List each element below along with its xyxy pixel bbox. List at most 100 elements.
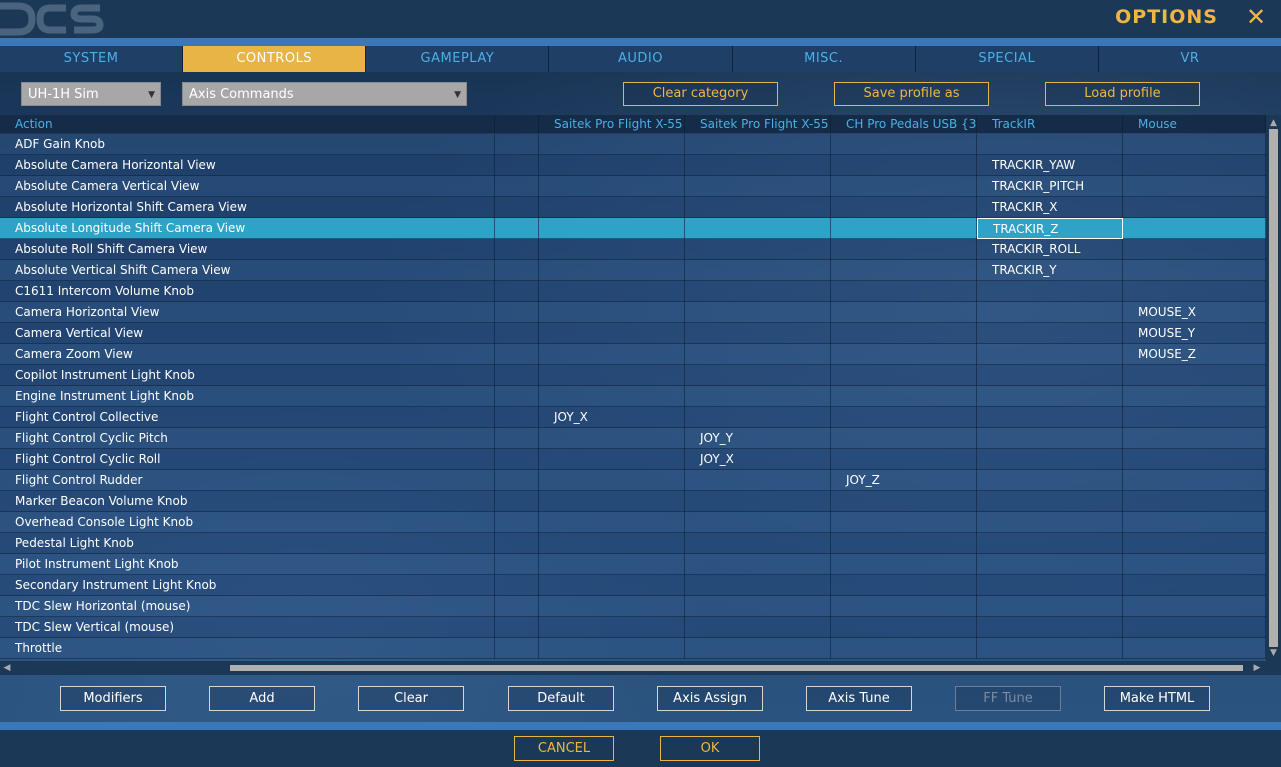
binding-cell-mouse[interactable] (1123, 407, 1266, 428)
binding-cell-saitek-x55-a[interactable] (539, 428, 685, 449)
default-button[interactable]: Default (508, 686, 614, 711)
action-cell[interactable]: Flight Control Rudder (0, 470, 495, 491)
binding-cell-trackir[interactable]: TRACKIR_YAW (977, 155, 1123, 176)
category-select[interactable]: Axis Commands ▼ (182, 82, 467, 106)
binding-cell-mouse[interactable] (1123, 281, 1266, 302)
binding-cell-saitek-x55-b[interactable] (685, 575, 831, 596)
binding-cell-ch-pedals[interactable] (831, 197, 977, 218)
binding-cell-saitek-x55-a[interactable] (539, 386, 685, 407)
binding-cell-blank[interactable] (495, 407, 539, 428)
action-cell[interactable]: Pilot Instrument Light Knob (0, 554, 495, 575)
binding-cell-saitek-x55-a[interactable] (539, 323, 685, 344)
binding-cell-ch-pedals[interactable] (831, 575, 977, 596)
binding-cell-saitek-x55-b[interactable] (685, 491, 831, 512)
column-header-saitek-x55-a[interactable]: Saitek Pro Flight X-55 R (539, 115, 685, 133)
clear-button[interactable]: Clear (358, 686, 464, 711)
binding-cell-ch-pedals[interactable]: JOY_Z (831, 470, 977, 491)
binding-cell-blank[interactable] (495, 323, 539, 344)
tab-controls[interactable]: CONTROLS (183, 46, 367, 72)
table-row[interactable]: Secondary Instrument Light Knob (0, 575, 1266, 596)
table-row[interactable]: TDC Slew Horizontal (mouse) (0, 596, 1266, 617)
binding-cell-blank[interactable] (495, 281, 539, 302)
binding-cell-trackir[interactable] (977, 554, 1123, 575)
binding-cell-blank[interactable] (495, 302, 539, 323)
binding-cell-saitek-x55-a[interactable] (539, 575, 685, 596)
binding-cell-mouse[interactable] (1123, 134, 1266, 155)
binding-cell-mouse[interactable] (1123, 596, 1266, 617)
table-row[interactable]: TDC Slew Vertical (mouse) (0, 617, 1266, 638)
action-cell[interactable]: Pedestal Light Knob (0, 533, 495, 554)
binding-cell-mouse[interactable]: MOUSE_Z (1123, 344, 1266, 365)
binding-cell-saitek-x55-a[interactable] (539, 449, 685, 470)
modifiers-button[interactable]: Modifiers (60, 686, 166, 711)
binding-cell-trackir[interactable] (977, 407, 1123, 428)
action-cell[interactable]: Overhead Console Light Knob (0, 512, 495, 533)
binding-cell-saitek-x55-a[interactable] (539, 554, 685, 575)
binding-cell-ch-pedals[interactable] (831, 512, 977, 533)
action-cell[interactable]: Absolute Roll Shift Camera View (0, 239, 495, 260)
binding-cell-blank[interactable] (495, 218, 539, 239)
binding-cell-saitek-x55-a[interactable] (539, 638, 685, 659)
binding-cell-trackir[interactable] (977, 596, 1123, 617)
action-cell[interactable]: Marker Beacon Volume Knob (0, 491, 495, 512)
action-cell[interactable]: Throttle (0, 638, 495, 659)
binding-cell-saitek-x55-b[interactable] (685, 176, 831, 197)
make-html-button[interactable]: Make HTML (1104, 686, 1210, 711)
table-row[interactable]: Flight Control Cyclic Roll JOY_X (0, 449, 1266, 470)
binding-cell-blank[interactable] (495, 554, 539, 575)
binding-cell-saitek-x55-a[interactable] (539, 155, 685, 176)
horizontal-scroll-thumb[interactable] (230, 665, 1243, 671)
binding-cell-trackir[interactable] (977, 491, 1123, 512)
tab-system[interactable]: SYSTEM (0, 46, 184, 72)
binding-cell-blank[interactable] (495, 155, 539, 176)
binding-cell-ch-pedals[interactable] (831, 596, 977, 617)
binding-cell-saitek-x55-b[interactable] (685, 302, 831, 323)
aircraft-select[interactable]: UH-1H Sim ▼ (21, 82, 161, 106)
binding-cell-blank[interactable] (495, 239, 539, 260)
table-row[interactable]: Flight Control Collective JOY_X (0, 407, 1266, 428)
binding-cell-saitek-x55-a[interactable] (539, 197, 685, 218)
binding-cell-trackir[interactable] (977, 575, 1123, 596)
binding-cell-ch-pedals[interactable] (831, 239, 977, 260)
binding-cell-saitek-x55-b[interactable] (685, 638, 831, 659)
action-cell[interactable]: C1611 Intercom Volume Knob (0, 281, 495, 302)
action-cell[interactable]: Absolute Camera Vertical View (0, 176, 495, 197)
binding-cell-ch-pedals[interactable] (831, 533, 977, 554)
binding-cell-trackir[interactable] (977, 638, 1123, 659)
binding-cell-saitek-x55-b[interactable] (685, 344, 831, 365)
binding-cell-blank[interactable] (495, 512, 539, 533)
close-icon[interactable]: ✕ (1243, 4, 1269, 30)
action-cell[interactable]: Flight Control Cyclic Roll (0, 449, 495, 470)
table-row[interactable]: Flight Control Cyclic Pitch JOY_Y (0, 428, 1266, 449)
binding-cell-mouse[interactable] (1123, 512, 1266, 533)
axis-tune-button[interactable]: Axis Tune (806, 686, 912, 711)
binding-cell-blank[interactable] (495, 491, 539, 512)
binding-cell-ch-pedals[interactable] (831, 281, 977, 302)
tab-special[interactable]: SPECIAL (916, 46, 1099, 72)
binding-cell-saitek-x55-b[interactable] (685, 365, 831, 386)
binding-cell-saitek-x55-a[interactable] (539, 533, 685, 554)
binding-cell-mouse[interactable] (1123, 239, 1266, 260)
binding-cell-mouse[interactable] (1123, 218, 1266, 239)
horizontal-scrollbar[interactable]: ◀ ▶ (0, 661, 1266, 675)
binding-cell-ch-pedals[interactable] (831, 407, 977, 428)
binding-cell-mouse[interactable] (1123, 575, 1266, 596)
action-cell[interactable]: ADF Gain Knob (0, 134, 495, 155)
binding-cell-ch-pedals[interactable] (831, 344, 977, 365)
action-cell[interactable]: Camera Vertical View (0, 323, 495, 344)
binding-cell-trackir[interactable]: TRACKIR_Y (977, 260, 1123, 281)
binding-cell-blank[interactable] (495, 260, 539, 281)
binding-cell-saitek-x55-b[interactable] (685, 407, 831, 428)
action-cell[interactable]: TDC Slew Horizontal (mouse) (0, 596, 495, 617)
binding-cell-trackir[interactable] (977, 323, 1123, 344)
table-row[interactable]: Copilot Instrument Light Knob (0, 365, 1266, 386)
binding-cell-trackir[interactable]: TRACKIR_PITCH (977, 176, 1123, 197)
table-row[interactable]: Absolute Roll Shift Camera View TRACKIR_R… (0, 239, 1266, 260)
binding-cell-trackir[interactable] (977, 470, 1123, 491)
binding-cell-mouse[interactable] (1123, 176, 1266, 197)
table-row[interactable]: Absolute Vertical Shift Camera View TRACK… (0, 260, 1266, 281)
binding-cell-ch-pedals[interactable] (831, 554, 977, 575)
binding-cell-mouse[interactable]: MOUSE_Y (1123, 323, 1266, 344)
column-header-blank[interactable] (495, 115, 539, 133)
binding-cell-saitek-x55-a[interactable] (539, 218, 685, 239)
